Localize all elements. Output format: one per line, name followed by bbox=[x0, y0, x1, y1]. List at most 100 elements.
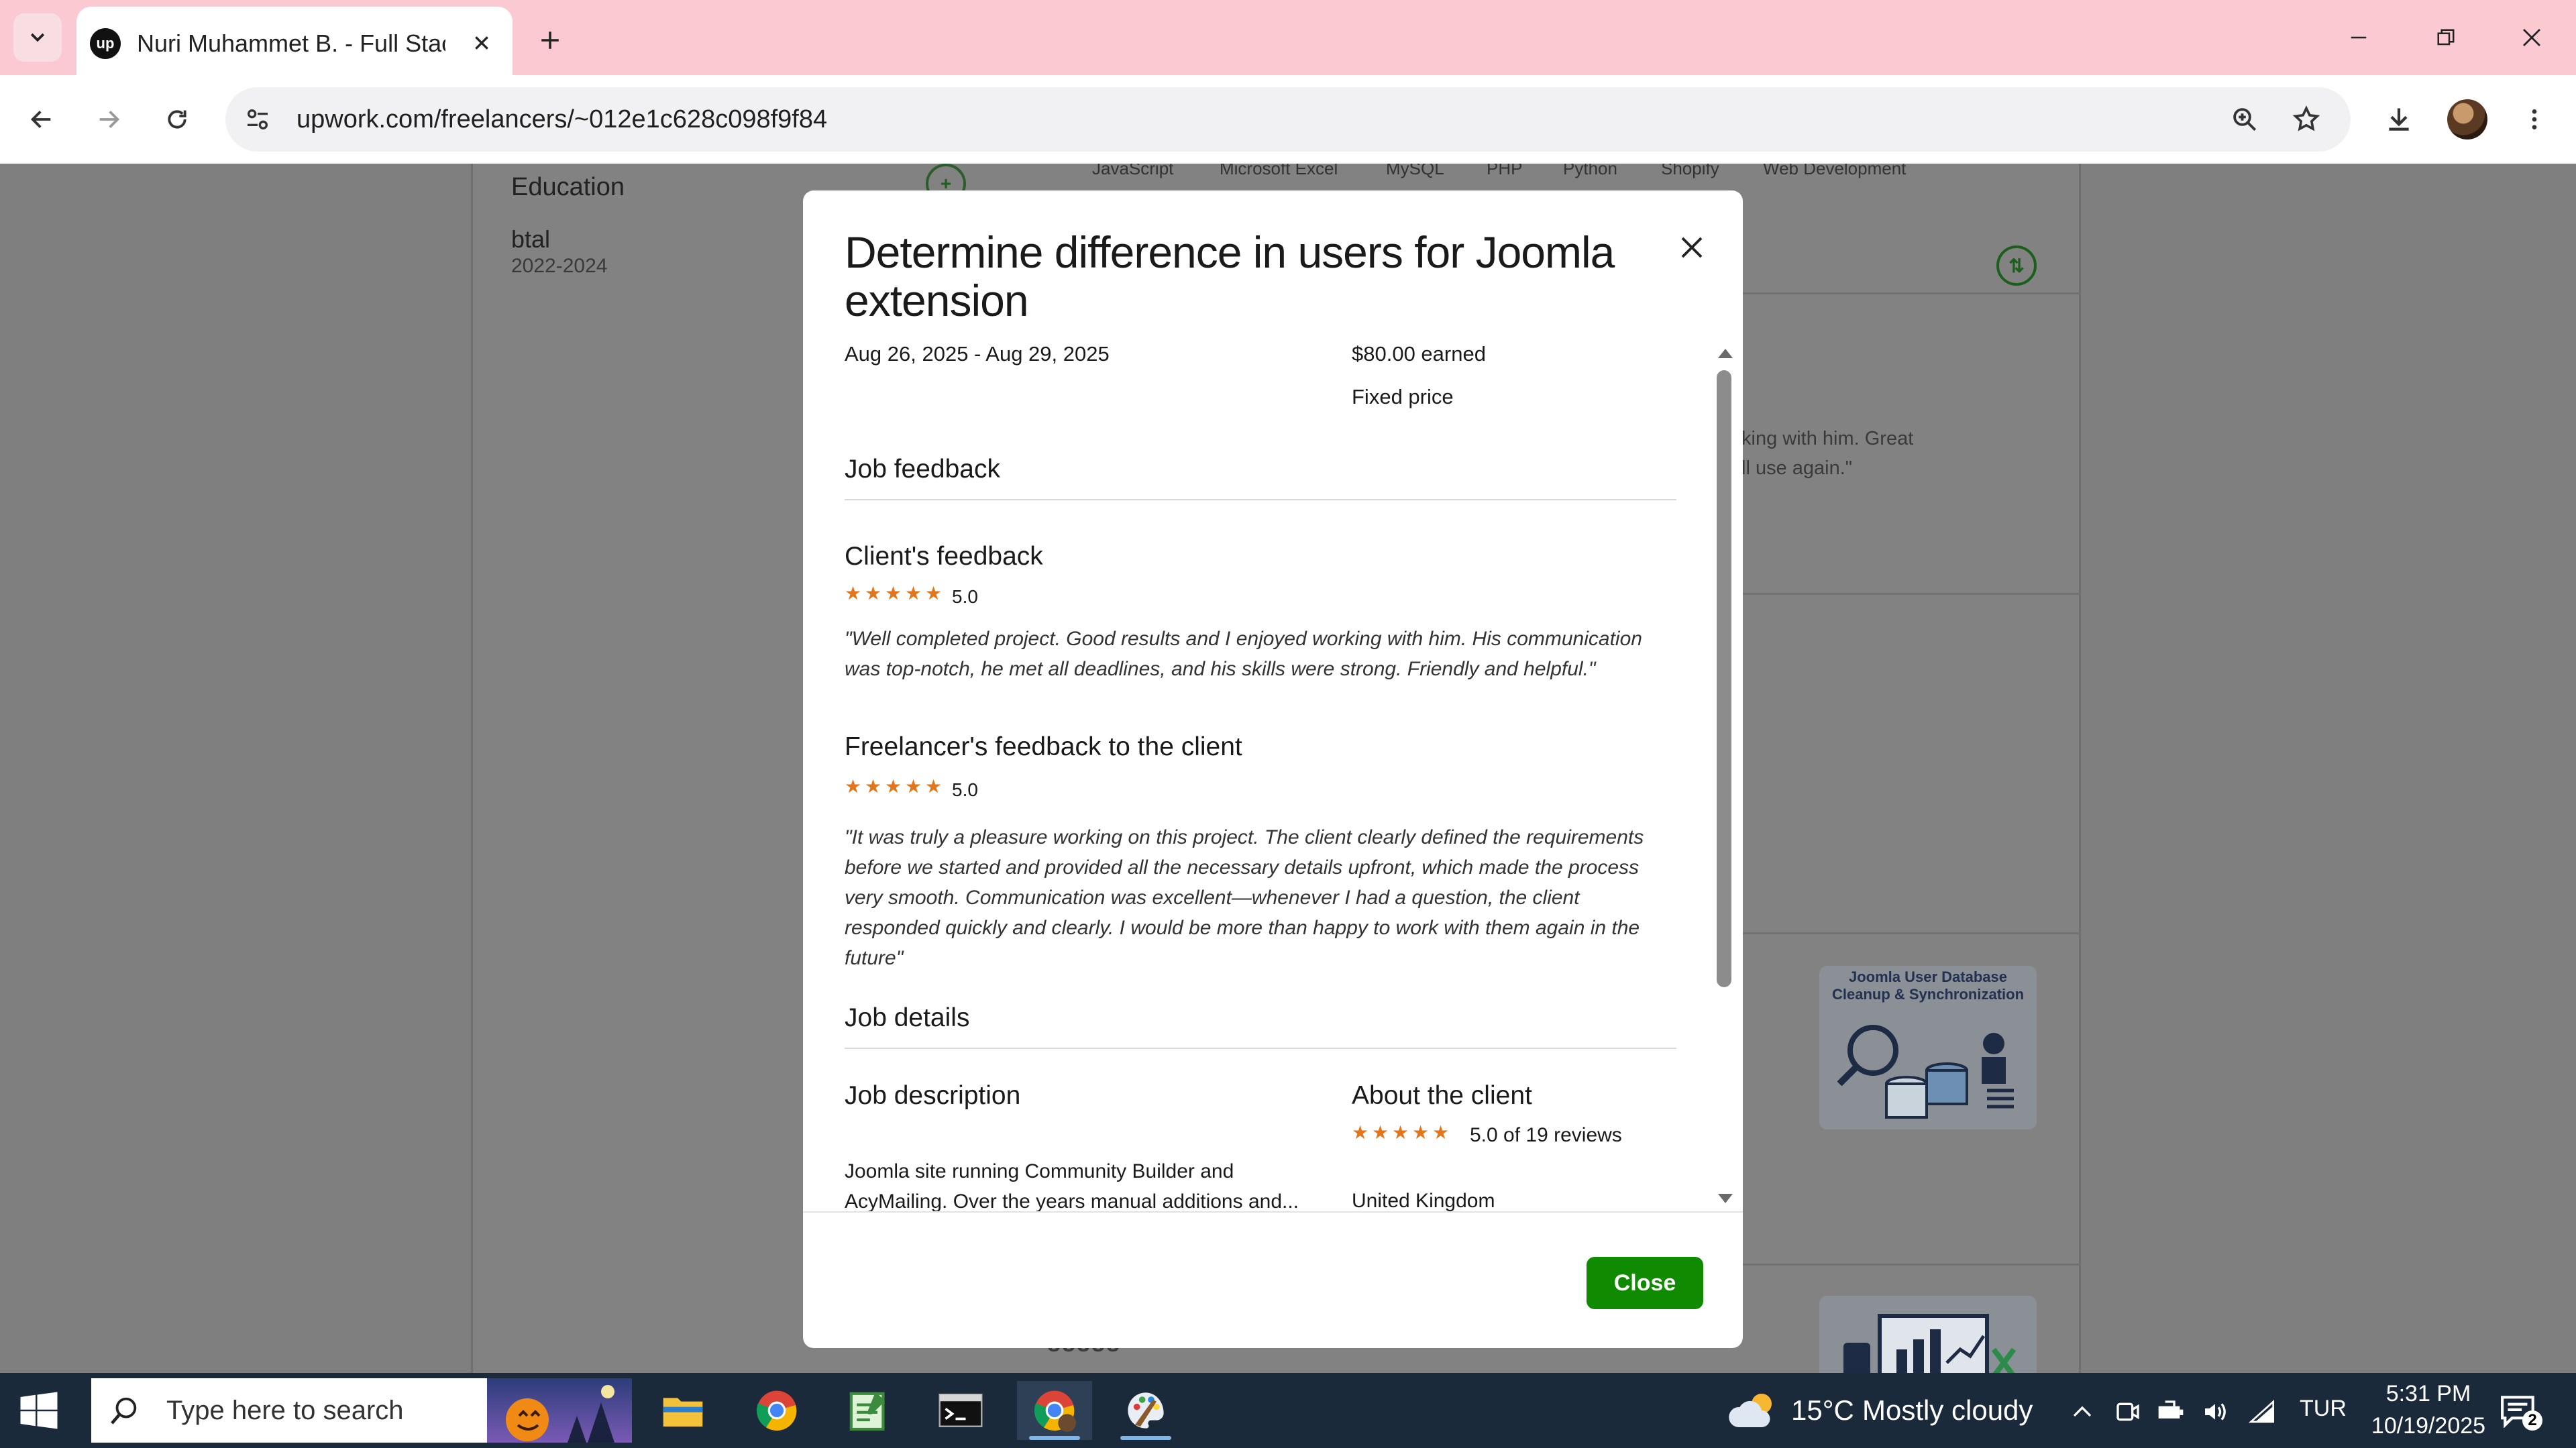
scroll-down-arrow-icon[interactable] bbox=[1718, 1194, 1733, 1203]
skill-tag: MySQL bbox=[1386, 164, 1444, 178]
close-icon bbox=[2523, 29, 2540, 46]
close-button[interactable]: Close bbox=[1587, 1257, 1703, 1309]
url-text[interactable]: upwork.com/freelancers/~012e1c628c098f9f… bbox=[297, 105, 827, 134]
meet-now-icon[interactable] bbox=[2113, 1397, 2143, 1427]
volume-icon[interactable] bbox=[2200, 1397, 2230, 1427]
window-close-button[interactable] bbox=[2505, 13, 2559, 62]
job-feedback-modal: Determine difference in users for Joomla… bbox=[803, 190, 1743, 1348]
review-snippet: king with him. Great bbox=[1741, 428, 1914, 449]
folder-icon bbox=[663, 1398, 703, 1427]
back-button[interactable] bbox=[17, 95, 66, 144]
battery-icon[interactable] bbox=[2156, 1397, 2186, 1427]
skill-tag: JavaScript bbox=[1092, 164, 1174, 178]
thumbnail-subtitle: Cleanup & Synchronization bbox=[1831, 986, 2025, 1003]
weather-cloud-icon[interactable] bbox=[1728, 1390, 1782, 1431]
swap-icon: ⇅ bbox=[2008, 255, 2025, 276]
forward-button[interactable] bbox=[85, 95, 133, 144]
star-icon: ★ bbox=[925, 776, 943, 797]
star-icon: ★ bbox=[845, 583, 862, 604]
bookmark-button[interactable] bbox=[2288, 101, 2325, 138]
tab-search-button[interactable] bbox=[13, 13, 62, 62]
star-icon: ★ bbox=[1352, 1122, 1369, 1143]
site-info-button[interactable] bbox=[240, 102, 275, 137]
zoom-in-icon bbox=[2233, 108, 2257, 131]
sort-button[interactable]: ⇅ bbox=[1996, 245, 2037, 286]
divider bbox=[845, 499, 1676, 500]
reload-button[interactable] bbox=[153, 95, 201, 144]
windows-taskbar: Type here to search 15°C Mostly cloudy T… bbox=[0, 1373, 2576, 1448]
job-dates: Aug 26, 2025 - Aug 29, 2025 bbox=[845, 342, 1110, 366]
modal-close-x-button[interactable] bbox=[1668, 224, 1715, 271]
paint-palette-icon bbox=[1128, 1392, 1164, 1429]
clock-time[interactable]: 5:31 PM bbox=[2375, 1381, 2482, 1407]
star-icon: ★ bbox=[1392, 1122, 1409, 1143]
new-tab-button[interactable] bbox=[530, 20, 570, 60]
freelancer-feedback-quote: "It was truly a pleasure working on this… bbox=[845, 826, 1644, 969]
restore-button[interactable] bbox=[2419, 13, 2473, 62]
clock-date[interactable]: 10/19/2025 bbox=[2361, 1413, 2496, 1439]
profile-avatar[interactable] bbox=[2447, 99, 2487, 140]
minimize-icon bbox=[2351, 36, 2367, 39]
chrome-profile-app[interactable] bbox=[1017, 1381, 1092, 1440]
school-years: 2022-2024 bbox=[511, 255, 608, 277]
start-button[interactable] bbox=[19, 1392, 59, 1429]
client-rating-value: 5.0 bbox=[952, 586, 978, 607]
notepad-app[interactable] bbox=[830, 1381, 906, 1440]
client-country: United Kingdom bbox=[1352, 1190, 1495, 1211]
star-icon: ★ bbox=[905, 583, 922, 604]
downloads-button[interactable] bbox=[2375, 95, 2423, 144]
chart-monitor-icon bbox=[1843, 1314, 2017, 1373]
client-reviews: 5.0 of 19 reviews bbox=[1470, 1124, 1622, 1146]
star-icon: ★ bbox=[845, 776, 862, 797]
client-feedback-heading: Client's feedback bbox=[845, 542, 1043, 571]
tune-icon bbox=[248, 109, 268, 129]
scrollbar-thumb[interactable] bbox=[1717, 370, 1731, 987]
modal-scrollbar[interactable] bbox=[1715, 342, 1734, 1211]
tab-title: Nuri Muhammet B. - Full Stack bbox=[137, 30, 445, 57]
skill-tag: Web Development bbox=[1763, 164, 1907, 178]
portfolio-thumbnail[interactable]: Joomla User Database Cleanup & Synchroni… bbox=[1819, 966, 2037, 1129]
paint-app[interactable] bbox=[1108, 1381, 1183, 1440]
weather-description[interactable]: Mostly cloudy bbox=[1862, 1394, 2033, 1427]
star-icon: ★ bbox=[925, 583, 943, 604]
job-description-text: AcyMailing. Over the years manual additi… bbox=[845, 1190, 1299, 1211]
terminal-app[interactable] bbox=[923, 1381, 998, 1440]
close-icon bbox=[475, 36, 488, 50]
thumbnail-title: Joomla User Database bbox=[1849, 968, 2007, 985]
job-description-heading: Job description bbox=[845, 1081, 1021, 1110]
skill-tag: Shopify bbox=[1661, 164, 1719, 178]
weather-temp[interactable]: 15°C bbox=[1791, 1394, 1854, 1427]
tab-close-button[interactable] bbox=[466, 27, 498, 59]
address-bar[interactable]: upwork.com/freelancers/~012e1c628c098f9f… bbox=[225, 87, 2351, 152]
browser-toolbar: upwork.com/freelancers/~012e1c628c098f9f… bbox=[0, 75, 2576, 164]
star-icon: ★ bbox=[865, 776, 882, 797]
plus-icon bbox=[541, 32, 559, 49]
minimize-button[interactable] bbox=[2332, 13, 2385, 62]
notification-center-button[interactable]: 2 bbox=[2498, 1393, 2542, 1431]
input-language[interactable]: TUR bbox=[2300, 1396, 2347, 1422]
browser-menu-button[interactable] bbox=[2510, 95, 2559, 144]
browser-tab-strip: up Nuri Muhammet B. - Full Stack bbox=[0, 0, 2576, 75]
modal-title: Determine difference in users for Joomla… bbox=[845, 227, 1615, 325]
review-snippet: ll use again." bbox=[1741, 457, 1853, 479]
close-icon bbox=[1681, 237, 1703, 258]
modal-scroll-area[interactable]: Aug 26, 2025 - Aug 29, 2025 $80.00 earne… bbox=[803, 342, 1743, 1211]
active-app-indicator bbox=[1120, 1436, 1171, 1440]
star-icon: ★ bbox=[1412, 1122, 1430, 1143]
portfolio-thumbnail[interactable] bbox=[1819, 1296, 2037, 1373]
chevron-up-icon[interactable] bbox=[2068, 1397, 2097, 1427]
notification-count-badge: 2 bbox=[2522, 1410, 2542, 1431]
search-placeholder: Type here to search bbox=[166, 1396, 404, 1425]
halloween-search-highlight-icon bbox=[487, 1378, 632, 1443]
taskbar-search[interactable]: Type here to search bbox=[91, 1378, 632, 1443]
file-explorer-app[interactable] bbox=[645, 1381, 720, 1440]
active-tab[interactable]: up Nuri Muhammet B. - Full Stack bbox=[76, 7, 513, 75]
school-name: btal bbox=[511, 225, 551, 253]
chrome-icon bbox=[756, 1390, 797, 1431]
wifi-icon[interactable] bbox=[2247, 1397, 2277, 1427]
chrome-app[interactable] bbox=[739, 1381, 814, 1440]
scroll-up-arrow-icon[interactable] bbox=[1718, 349, 1733, 358]
zoom-button[interactable] bbox=[2226, 101, 2263, 138]
chrome-icon bbox=[1034, 1390, 1076, 1432]
freelancer-feedback-heading: Freelancer's feedback to the client bbox=[845, 732, 1242, 761]
